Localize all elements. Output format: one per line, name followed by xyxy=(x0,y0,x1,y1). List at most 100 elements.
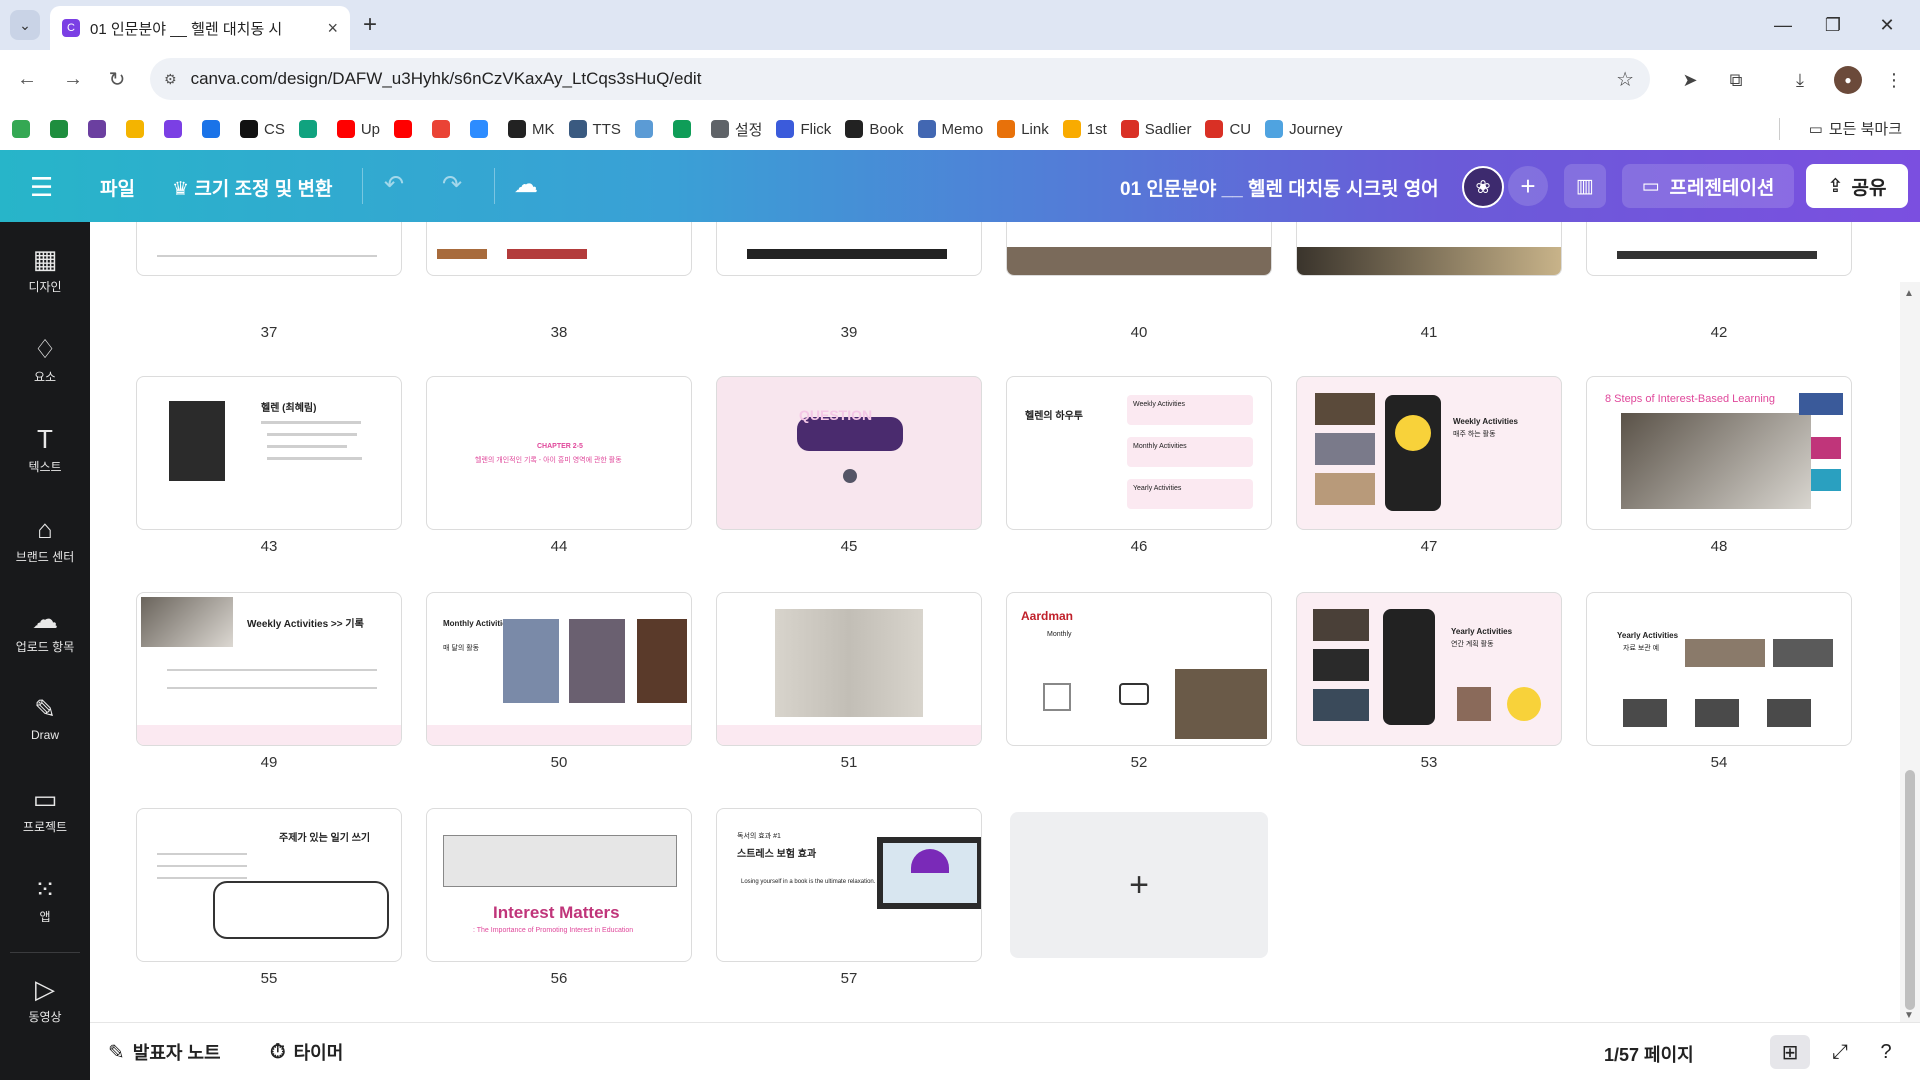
profile-avatar[interactable]: ● xyxy=(1834,66,1862,94)
help-icon[interactable]: ? xyxy=(1866,1035,1906,1069)
slide-thumbnail[interactable] xyxy=(1586,222,1852,276)
download-icon[interactable]: ⤓ xyxy=(1786,66,1814,94)
fullscreen-icon[interactable]: ⤢ xyxy=(1820,1035,1860,1069)
bookmark-item[interactable] xyxy=(394,120,418,138)
slide-thumbnail[interactable]: 헬렌 (최혜림) xyxy=(136,376,402,530)
slide-thumbnail[interactable]: Weekly Activities >> 기록 xyxy=(136,592,402,746)
extension-send-icon[interactable]: ➤ xyxy=(1676,66,1704,94)
scroll-up-icon[interactable]: ▲ xyxy=(1904,288,1914,299)
bookmark-item[interactable]: Memo xyxy=(917,120,983,138)
bookmark-star-icon[interactable]: ☆ xyxy=(1616,67,1634,92)
slide-thumbnail[interactable] xyxy=(426,222,692,276)
bookmark-item[interactable]: Journey xyxy=(1265,120,1343,138)
sadlier-icon xyxy=(1120,120,1139,138)
scrollbar-thumb[interactable] xyxy=(1905,770,1915,1010)
slide-thumbnail[interactable]: Weekly Activities 매주 하는 활동 xyxy=(1296,376,1562,530)
forward-icon[interactable]: → xyxy=(58,64,88,94)
add-page-button[interactable]: + xyxy=(1010,812,1268,958)
browser-tab[interactable]: C 01 인문분야 __ 헬렌 대치동 시 × xyxy=(50,6,350,50)
restore-icon[interactable]: ❐ xyxy=(1810,10,1856,40)
slide-thumbnail[interactable]: 독서의 효과 #1 스트레스 보험 효과 Losing yourself in … xyxy=(716,808,982,962)
redo-icon[interactable]: ↷ xyxy=(442,170,462,199)
address-bar[interactable]: ⚙ canva.com/design/DAFW_u3Hyhk/s6nCzVKax… xyxy=(150,58,1650,100)
presenter-notes-button[interactable]: ✎ 발표자 노트 xyxy=(108,1039,221,1065)
sidebar-item-elements[interactable]: ♢ 요소 xyxy=(0,334,90,385)
bookmark-item[interactable] xyxy=(470,120,494,138)
bookmark-item[interactable] xyxy=(672,120,697,138)
tab-search-icon[interactable]: ⌄ xyxy=(10,10,40,40)
close-tab-icon[interactable]: × xyxy=(327,18,338,39)
file-menu-button[interactable]: 파일 xyxy=(100,174,135,201)
site-info-icon[interactable]: ⚙ xyxy=(164,71,177,88)
slide-thumbnail[interactable]: QUESTION xyxy=(716,376,982,530)
browser-menu-icon[interactable]: ⋮ xyxy=(1880,66,1908,94)
slide-thumbnail[interactable]: 헬렌의 하우투 Weekly Activities Monthly Activi… xyxy=(1006,376,1272,530)
undo-icon[interactable]: ↶ xyxy=(384,170,404,199)
slide-thumbnail[interactable]: Yearly Activities 자료 보관 예 xyxy=(1586,592,1852,746)
page-indicator[interactable]: 1/57 페이지 xyxy=(1604,1041,1694,1067)
extensions-puzzle-icon[interactable]: ⧉ xyxy=(1722,66,1750,94)
sidebar-item-apps[interactable]: ⁙ 앱 xyxy=(0,874,90,925)
minimize-icon[interactable]: — xyxy=(1760,10,1806,40)
scroll-down-icon[interactable]: ▼ xyxy=(1904,1010,1914,1021)
bookmark-item[interactable]: Up xyxy=(336,120,380,138)
bookmark-item[interactable]: TTS xyxy=(568,120,621,138)
slide-thumbnail[interactable] xyxy=(1006,222,1272,276)
hamburger-menu-icon[interactable]: ☰ xyxy=(30,172,53,203)
bookmark-item[interactable] xyxy=(634,120,659,138)
slide-thumbnail[interactable] xyxy=(136,222,402,276)
sidebar-item-design[interactable]: ▦ 디자인 xyxy=(0,244,90,295)
grid-view-icon[interactable]: ⊞ xyxy=(1770,1035,1810,1069)
bookmark-item[interactable] xyxy=(12,120,36,138)
slide-thumbnail[interactable] xyxy=(716,592,982,746)
cloud-saved-icon[interactable]: ☁ xyxy=(514,170,538,199)
slide-thumbnail[interactable]: CHAPTER 2-5 헬렌의 개인적인 기록 - 아이 흥미 영역에 관한 활… xyxy=(426,376,692,530)
sidebar-item-videos[interactable]: ▷ 동영상 xyxy=(0,974,90,1025)
bookmark-item[interactable]: CU xyxy=(1205,120,1251,138)
document-title[interactable]: 01 인문분야 __ 헬렌 대치동 시크릿 영어 xyxy=(1120,174,1439,201)
slide-thumbnail[interactable]: 8 Steps of Interest-Based Learning xyxy=(1586,376,1852,530)
present-button[interactable]: ▭ 프레젠테이션 xyxy=(1622,164,1794,208)
all-bookmarks-label: 모든 북마크 xyxy=(1828,121,1902,138)
bookmark-item[interactable] xyxy=(202,120,226,138)
share-button[interactable]: ⇪ 공유 xyxy=(1806,164,1908,208)
new-tab-icon[interactable]: + xyxy=(355,10,385,40)
folder-icon: ▭ xyxy=(32,784,58,814)
bookmark-item[interactable]: Link xyxy=(997,120,1049,138)
slide-thumbnail[interactable]: Yearly Activities 연간 계획 활동 xyxy=(1296,592,1562,746)
close-window-icon[interactable]: ✕ xyxy=(1864,10,1910,40)
bookmark-item[interactable]: CS xyxy=(240,120,285,138)
sidebar-item-brand[interactable]: ⌂ 브랜드 센터 xyxy=(0,514,90,565)
slide-thumbnail[interactable]: Monthly Activities 매 달의 활동 xyxy=(426,592,692,746)
back-icon[interactable]: ← xyxy=(12,64,42,94)
slide-thumbnail[interactable] xyxy=(1296,222,1562,276)
slide-thumbnail[interactable] xyxy=(716,222,982,276)
bookmark-item[interactable] xyxy=(164,120,188,138)
all-bookmarks-button[interactable]: ▭ 모든 북마크 xyxy=(1809,118,1902,139)
slide-photo xyxy=(569,619,625,703)
bookmark-item[interactable] xyxy=(298,120,323,138)
collaborator-avatar[interactable]: ❀ xyxy=(1462,166,1504,208)
slide-thumbnail[interactable]: 주제가 있는 일기 쓰기 xyxy=(136,808,402,962)
bookmark-item[interactable]: 설정 xyxy=(710,119,762,140)
slide-thumbnail[interactable]: Aardman Monthly xyxy=(1006,592,1272,746)
bookmark-item[interactable]: MK xyxy=(508,120,555,138)
bookmark-item[interactable] xyxy=(50,120,74,138)
sidebar-item-projects[interactable]: ▭ 프로젝트 xyxy=(0,784,90,835)
bookmark-item[interactable] xyxy=(432,120,456,138)
resize-button[interactable]: ♛ 크기 조정 및 변환 xyxy=(172,174,333,201)
sidebar-item-text[interactable]: T 텍스트 xyxy=(0,424,90,475)
add-collaborator-button[interactable]: + xyxy=(1508,166,1548,206)
bookmark-item[interactable]: 1st xyxy=(1062,120,1107,138)
insights-chart-icon[interactable]: ▥ xyxy=(1564,164,1606,208)
reload-icon[interactable]: ↻ xyxy=(102,64,132,94)
bookmark-item[interactable]: Flick xyxy=(776,120,831,138)
sidebar-item-uploads[interactable]: ☁ 업로드 항목 xyxy=(0,604,90,655)
bookmark-item[interactable]: Book xyxy=(845,120,904,138)
sidebar-item-draw[interactable]: ✎ Draw xyxy=(0,694,90,742)
bookmark-item[interactable] xyxy=(126,120,150,138)
bookmark-item[interactable]: Sadlier xyxy=(1120,120,1191,138)
bookmark-item[interactable] xyxy=(88,120,112,138)
timer-button[interactable]: ⏱ 타이머 xyxy=(270,1039,343,1065)
slide-thumbnail[interactable]: Interest Matters : The Importance of Pro… xyxy=(426,808,692,962)
